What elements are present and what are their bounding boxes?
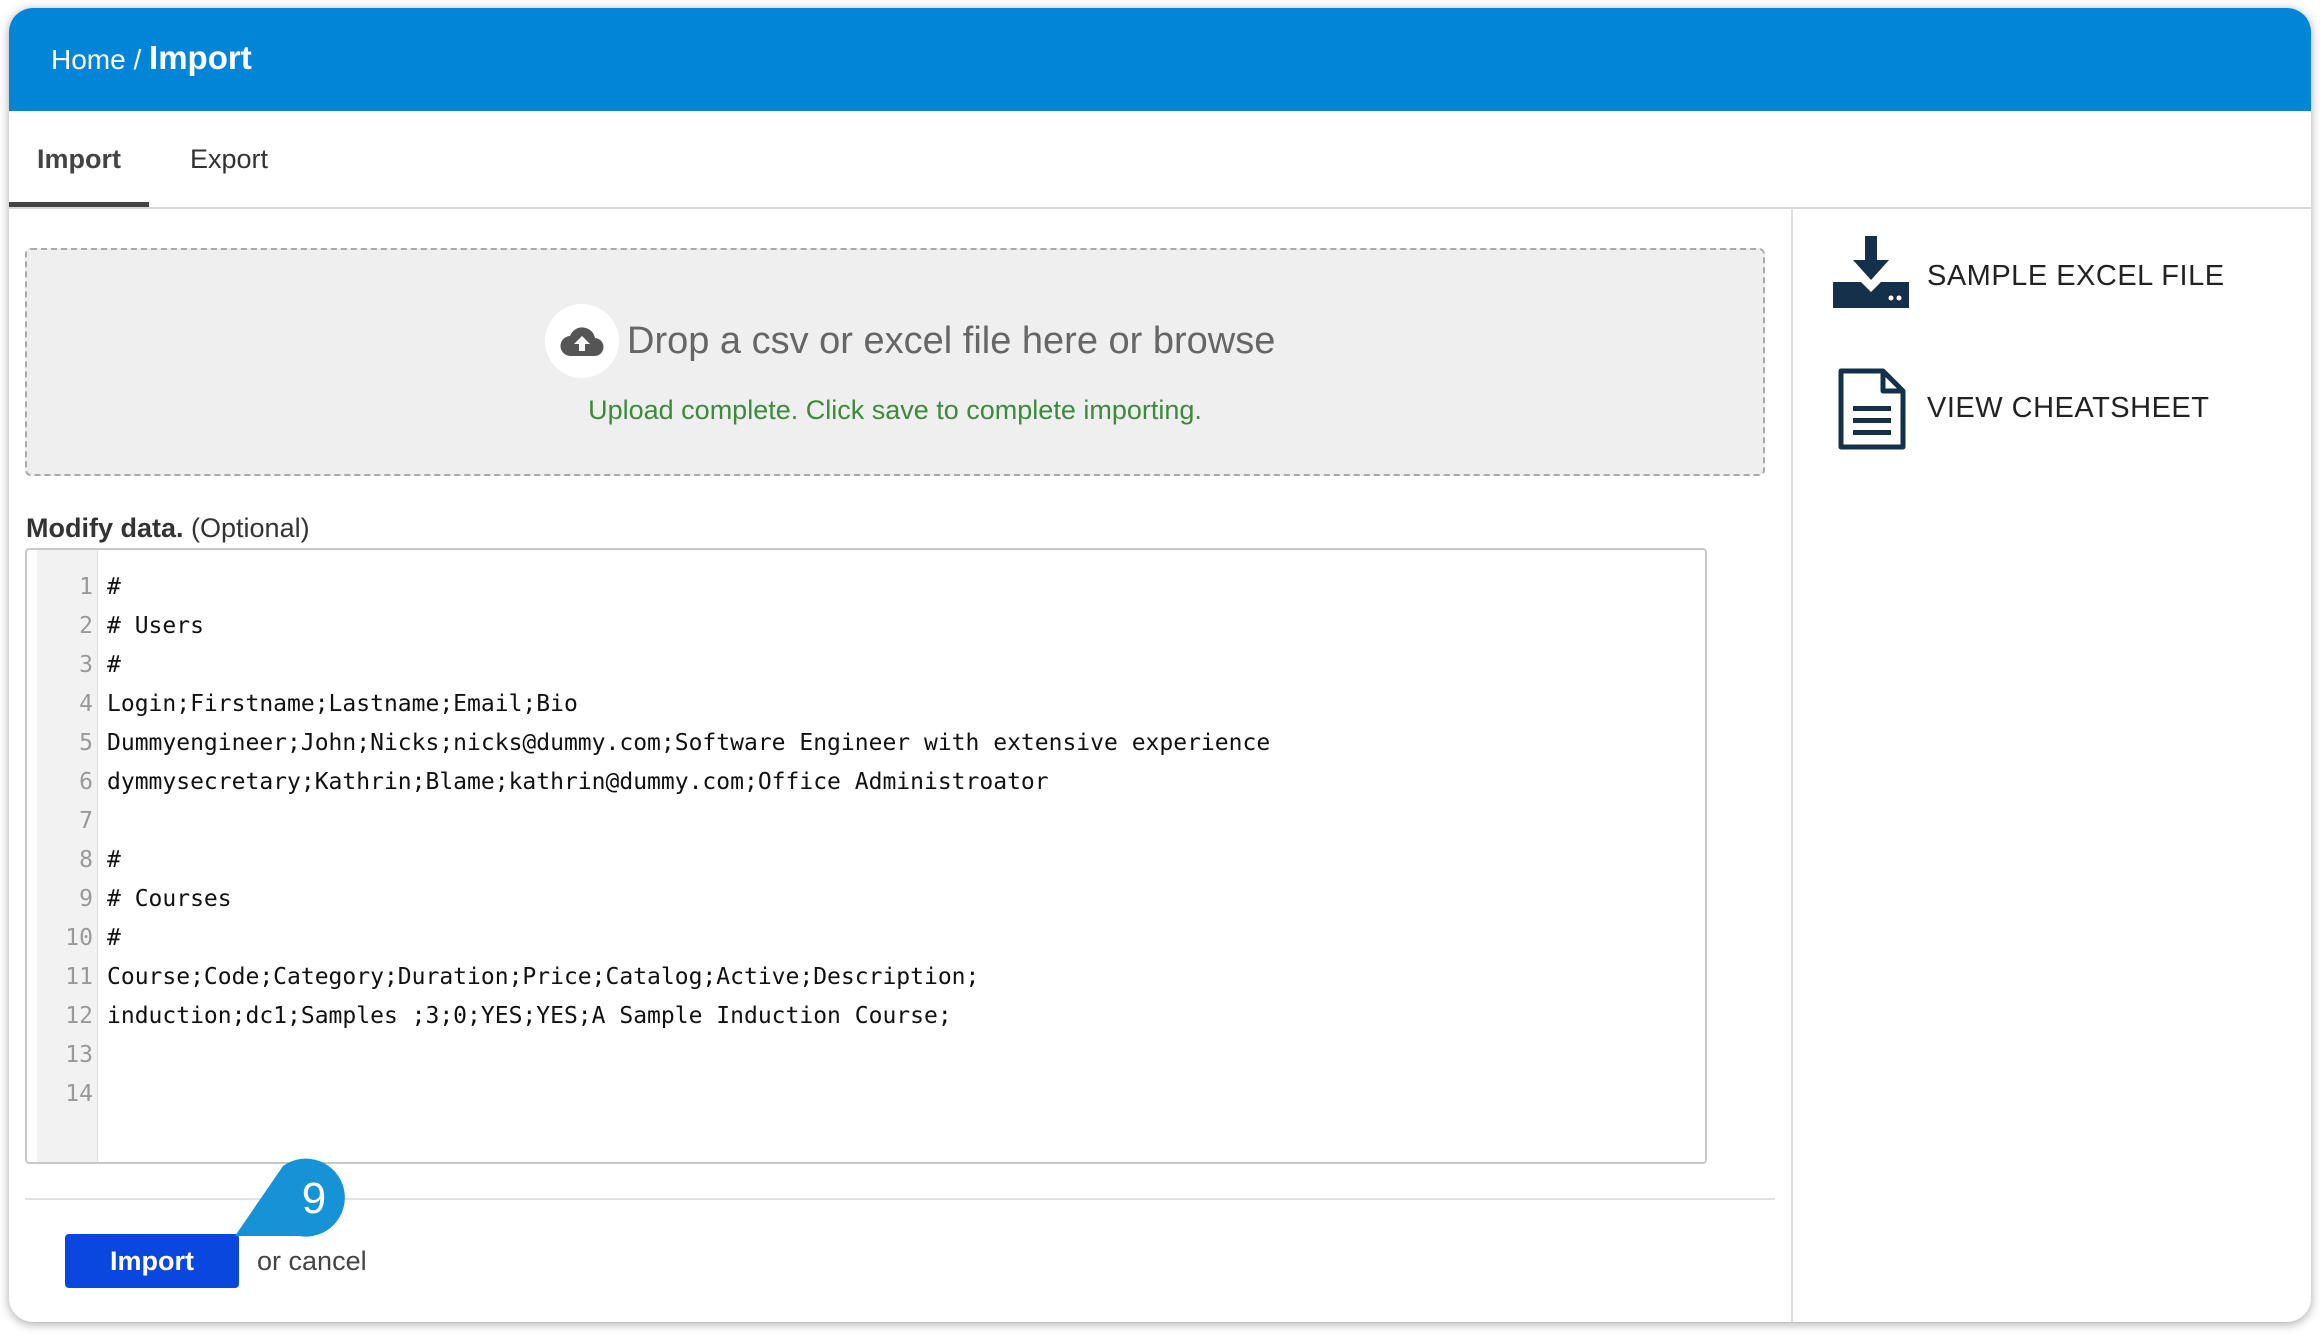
editor-line: 2 # Users <box>27 607 1705 646</box>
import-button[interactable]: Import <box>65 1234 239 1288</box>
line-text: # Users <box>107 613 204 639</box>
editor-line: 4 Login;Firstname;Lastname;Email;Bio <box>27 685 1705 724</box>
download-icon <box>1833 236 1909 308</box>
sample-excel-link[interactable]: SAMPLE EXCEL FILE <box>1823 230 2243 320</box>
line-number: 3 <box>79 652 93 678</box>
cancel-link[interactable]: cancel <box>289 1246 367 1276</box>
editor-line: 6 dymmysecretary;Kathrin;Blame;kathrin@du… <box>27 763 1705 802</box>
editor-line: 13 <box>27 1036 1705 1075</box>
editor-line: 14 <box>27 1075 1705 1114</box>
line-number: 10 <box>65 925 93 951</box>
modify-data-label: Modify data. (Optional) <box>26 510 310 546</box>
breadcrumb: Home / Import <box>51 38 252 80</box>
line-text: # <box>107 847 121 873</box>
sidebar-divider <box>1791 208 1793 1322</box>
line-number: 1 <box>79 574 93 600</box>
line-number: 7 <box>79 808 93 834</box>
breadcrumb-current: Import <box>149 39 252 76</box>
breadcrumb-home[interactable]: Home <box>51 44 126 75</box>
tab-import[interactable]: Import <box>9 111 149 207</box>
line-text: induction;dc1;Samples ;3;0;YES;YES;A Sam… <box>107 1003 952 1029</box>
editor-line: 9 # Courses <box>27 880 1705 919</box>
view-cheatsheet-link[interactable]: VIEW CHEATSHEET <box>1823 366 2243 456</box>
line-number: 4 <box>79 691 93 717</box>
line-number: 11 <box>65 964 93 990</box>
line-number: 2 <box>79 613 93 639</box>
cloud-upload-icon <box>545 304 619 378</box>
data-editor[interactable]: 1 # 2 # Users 3 # 4 Login;Firstname;Lastname… <box>25 548 1707 1164</box>
sample-excel-label: SAMPLE EXCEL FILE <box>1927 260 2225 292</box>
cancel-row: or cancel <box>257 1238 367 1284</box>
dropzone-prompt: Drop a csv or excel file here or browse <box>627 320 1276 362</box>
editor-line: 1 # <box>27 568 1705 607</box>
document-icon <box>1838 368 1906 450</box>
editor-line: 5 Dummyengineer;John;Nicks;nicks@dummy.co… <box>27 724 1705 763</box>
step-badge-number: 9 <box>301 1174 327 1223</box>
import-page: Home / Import Import Export Drop a csv o… <box>9 8 2311 1322</box>
line-text: # Courses <box>107 886 232 912</box>
modify-data-optional: (Optional) <box>191 513 310 543</box>
upload-status: Upload complete. Click save to complete … <box>588 395 1202 425</box>
line-number: 8 <box>79 847 93 873</box>
editor-line: 3 # <box>27 646 1705 685</box>
line-text: # <box>107 574 121 600</box>
view-cheatsheet-label: VIEW CHEATSHEET <box>1927 392 2210 424</box>
modify-data-title: Modify data. <box>26 513 184 543</box>
line-number: 14 <box>65 1081 93 1107</box>
line-number: 6 <box>79 769 93 795</box>
line-number: 12 <box>65 1003 93 1029</box>
cancel-prefix: or <box>257 1246 282 1276</box>
line-text: Dummyengineer;John;Nicks;nicks@dummy.com… <box>107 730 1271 756</box>
line-text: Course;Code;Category;Duration;Price;Cata… <box>107 964 980 990</box>
file-dropzone[interactable]: Drop a csv or excel file here or browse … <box>25 248 1765 476</box>
editor-line: 8 # <box>27 841 1705 880</box>
line-number: 5 <box>79 730 93 756</box>
tab-bar: Import Export <box>9 111 2311 209</box>
breadcrumb-separator: / <box>133 44 142 75</box>
editor-line: 12 induction;dc1;Samples ;3;0;YES;YES;A S… <box>27 997 1705 1036</box>
tab-export[interactable]: Export <box>175 111 283 207</box>
line-text: Login;Firstname;Lastname;Email;Bio <box>107 691 578 717</box>
line-text: # <box>107 652 121 678</box>
line-number: 9 <box>79 886 93 912</box>
line-text: # <box>107 925 121 951</box>
header-bar: Home / Import <box>9 8 2311 111</box>
editor-line: 11 Course;Code;Category;Duration;Price;Ca… <box>27 958 1705 997</box>
line-text: dymmysecretary;Kathrin;Blame;kathrin@dum… <box>107 769 1049 795</box>
editor-line: 7 <box>27 802 1705 841</box>
line-number: 13 <box>65 1042 93 1068</box>
editor-line: 10 # <box>27 919 1705 958</box>
